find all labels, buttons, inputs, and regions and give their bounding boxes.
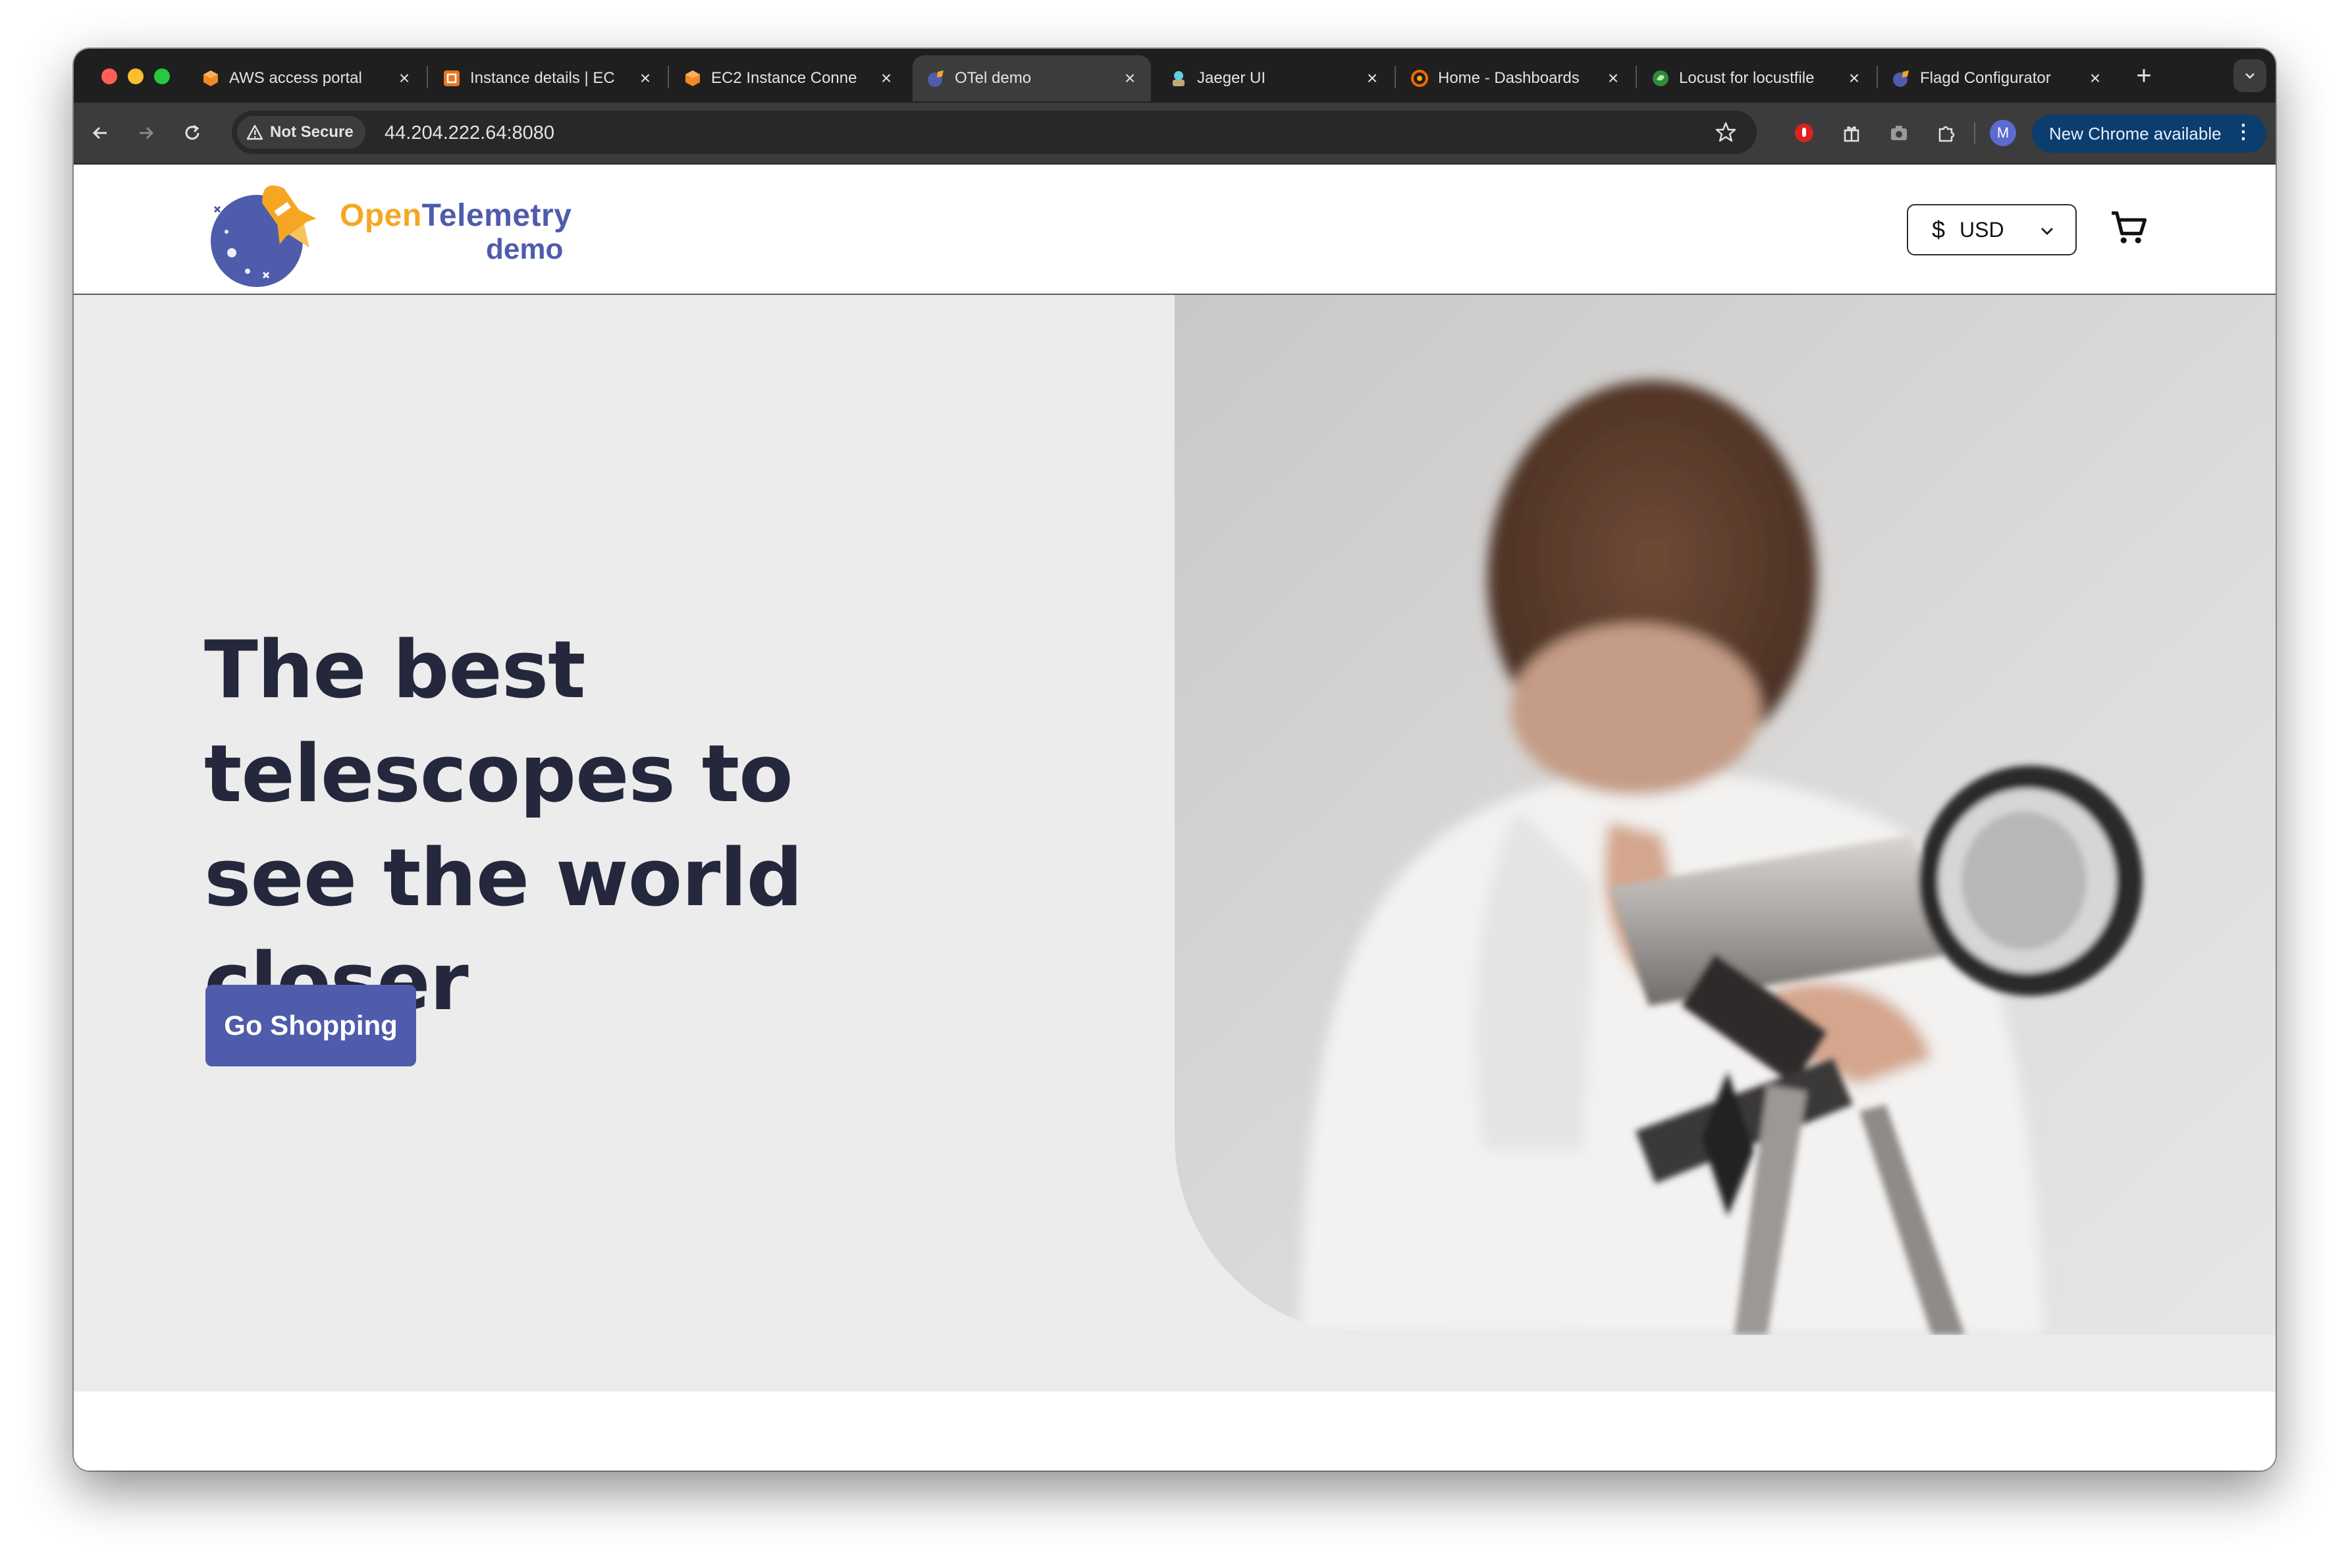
tab-aws-access-portal[interactable]: AWS access portal × — [187, 55, 425, 101]
browser-window: AWS access portal × Instance details | E… — [74, 49, 2276, 1471]
tab-title: OTel demo — [955, 69, 1032, 87]
close-tab-icon[interactable]: × — [877, 69, 895, 88]
tab-instance-details[interactable]: Instance details | EC × — [428, 55, 666, 101]
close-tab-icon[interactable]: × — [636, 69, 654, 88]
currency-code: USD — [1960, 217, 2004, 242]
reload-icon — [185, 124, 200, 140]
extension-red-icon[interactable] — [1790, 118, 1819, 147]
otel-icon — [927, 69, 946, 88]
close-tab-icon[interactable]: × — [2086, 69, 2104, 88]
close-tab-icon[interactable]: × — [1604, 69, 1622, 88]
back-button[interactable] — [87, 120, 113, 146]
browser-toolbar: Not Secure 44.204.222.64:8080 M New Chro… — [74, 103, 2276, 165]
shopping-cart-icon[interactable] — [2108, 208, 2149, 249]
security-chip-label: Not Secure — [270, 123, 354, 141]
new-tab-button[interactable]: + — [2131, 63, 2157, 90]
currency-select[interactable]: $ USD — [1907, 204, 2077, 255]
ec2-icon — [442, 69, 461, 88]
tab-title: Instance details | EC — [470, 69, 615, 87]
aws-cube-icon — [201, 69, 220, 88]
security-chip[interactable]: Not Secure — [237, 116, 365, 149]
more-vert-icon: ⋮ — [2233, 121, 2253, 143]
tab-ec2-instance-connect[interactable]: EC2 Instance Conne × — [669, 55, 907, 101]
extension-gift-icon[interactable] — [1837, 118, 1866, 147]
forward-button[interactable] — [133, 120, 159, 146]
profile-avatar[interactable]: M — [1990, 120, 2016, 146]
arrow-left-icon — [92, 126, 107, 140]
tab-title: Jaeger UI — [1197, 69, 1266, 87]
close-window-button[interactable] — [101, 68, 117, 84]
aws-cube-icon — [683, 69, 702, 88]
tab-jaeger-ui[interactable]: Jaeger UI × — [1155, 55, 1393, 101]
hero-telescope-image — [1175, 295, 2276, 1335]
tab-locust[interactable]: Locust for locustfile × — [1637, 55, 1875, 101]
close-tab-icon[interactable]: × — [395, 69, 414, 88]
new-chrome-available-button[interactable]: New Chrome available ⋮ — [2032, 115, 2266, 153]
opentelemetry-logo-icon[interactable] — [205, 172, 323, 290]
logo-word-demo[interactable]: demo — [486, 233, 563, 266]
close-tab-icon[interactable]: × — [1363, 69, 1381, 88]
reload-button[interactable] — [179, 120, 205, 146]
tab-strip: AWS access portal × Instance details | E… — [74, 49, 2276, 103]
profile-initial: M — [1996, 124, 2010, 141]
tab-title: EC2 Instance Conne — [711, 69, 857, 87]
tab-title: Flagd Configurator — [1920, 69, 2051, 87]
otel-icon — [1892, 69, 1911, 88]
site-header: OpenTelemetry demo $ USD — [74, 165, 2276, 295]
grafana-icon — [1410, 69, 1429, 88]
go-shopping-button[interactable]: Go Shopping — [205, 985, 416, 1066]
currency-symbol: $ — [1932, 216, 1946, 243]
jaeger-icon — [1169, 69, 1188, 88]
logo-word-open: Open — [340, 198, 422, 233]
tab-home-dashboards[interactable]: Home - Dashboards × — [1396, 55, 1634, 101]
tab-title: Home - Dashboards — [1438, 69, 1580, 87]
minimize-window-button[interactable] — [128, 68, 144, 84]
hero-title: The best telescopes to see the world clo… — [204, 625, 803, 1028]
logo-word-telemetry: Telemetry — [421, 198, 572, 233]
update-label: New Chrome available — [2049, 123, 2222, 144]
tab-otel-demo[interactable]: OTel demo × — [913, 55, 1151, 101]
tab-title: Locust for locustfile — [1679, 69, 1815, 87]
logo-wordmark[interactable]: OpenTelemetry — [340, 197, 572, 234]
page-bottom-area — [74, 1392, 2276, 1471]
web-page: OpenTelemetry demo $ USD The best telesc… — [74, 165, 2276, 1471]
tab-title: AWS access portal — [229, 69, 362, 87]
chevron-down-icon — [2245, 73, 2255, 79]
hero-banner: The best telescopes to see the world clo… — [74, 295, 2276, 1392]
extensions-puzzle-icon[interactable] — [1932, 118, 1961, 147]
maximize-window-button[interactable] — [154, 68, 170, 84]
camera-icon[interactable] — [1884, 118, 1913, 147]
tab-flagd-configurator[interactable]: Flagd Configurator × — [1878, 55, 2116, 101]
toolbar-divider — [1974, 122, 1975, 144]
warning-icon — [246, 124, 263, 140]
close-tab-icon[interactable]: × — [1845, 69, 1863, 88]
arrow-right-icon — [140, 126, 154, 140]
url-text[interactable]: 44.204.222.64:8080 — [385, 122, 554, 144]
address-bar[interactable]: Not Secure 44.204.222.64:8080 — [232, 111, 1757, 154]
tab-search-button[interactable] — [2233, 59, 2266, 92]
bookmark-star-icon[interactable] — [1715, 121, 1737, 147]
close-tab-icon[interactable]: × — [1121, 69, 1139, 88]
locust-icon — [1651, 69, 1670, 88]
chevron-down-icon — [2041, 227, 2054, 236]
